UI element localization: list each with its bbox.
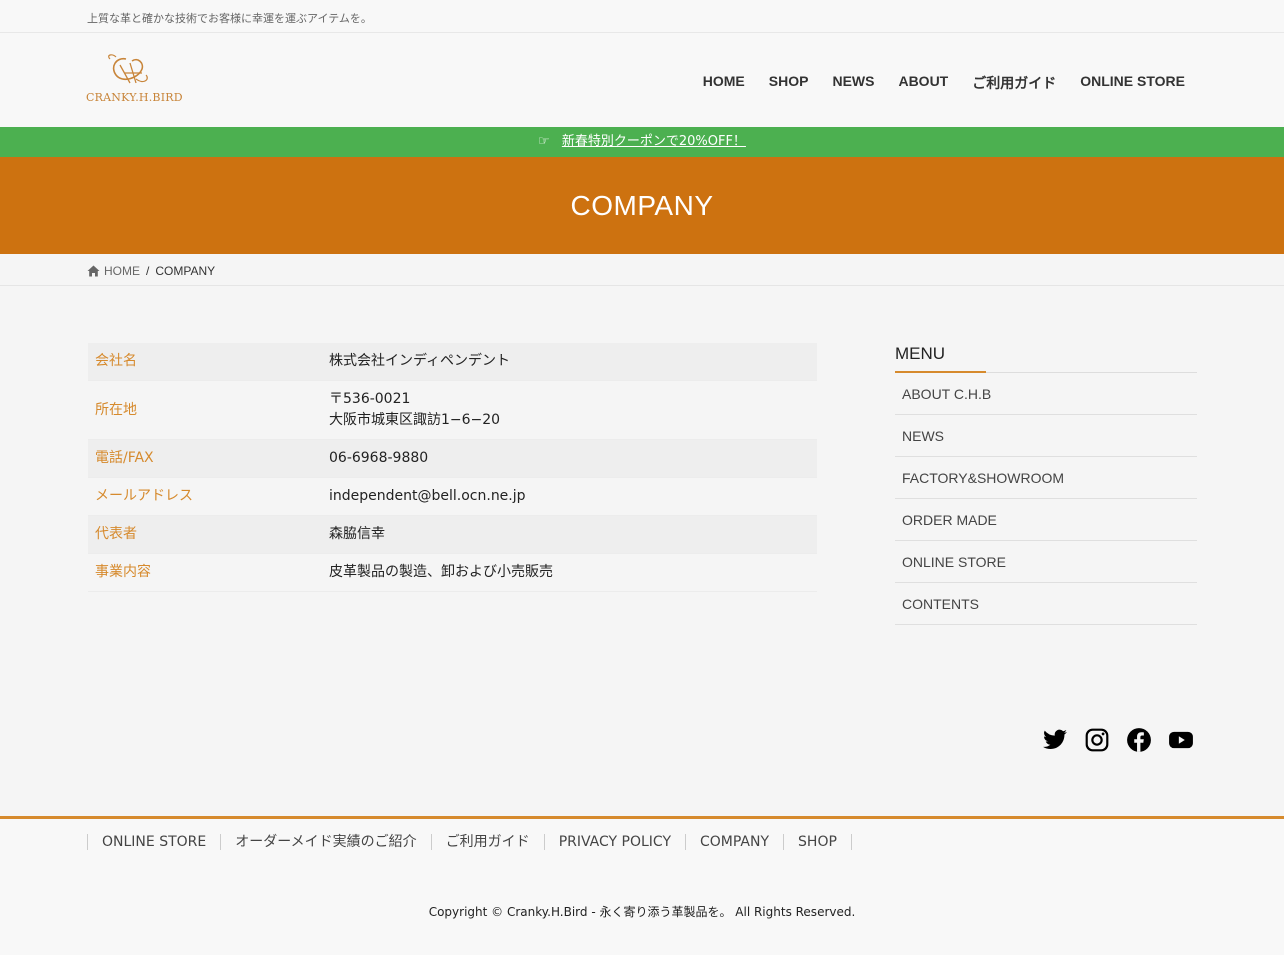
copyright: Copyright © Cranky.H.Bird - 永く寄り添う革製品を。 …	[428, 905, 856, 919]
sidebar-item-contents[interactable]: CONTENTS	[895, 583, 1197, 625]
footer-link-order-made[interactable]: オーダーメイド実績のご紹介	[220, 834, 430, 850]
site-header: CRANKY.H.BIRD HOME SHOP NEWS ABOUT ご利用ガイ…	[0, 33, 1284, 127]
top-bar: 上質な革と確かな技術でお客様に幸運を運ぶアイテムを。	[0, 0, 1284, 33]
promo-link[interactable]: 新春特別クーポンで20%OFF！	[562, 134, 746, 149]
footer-link-company[interactable]: COMPANY	[685, 834, 783, 850]
nav-shop[interactable]: SHOP	[769, 73, 809, 93]
footer-link-guide[interactable]: ご利用ガイド	[430, 834, 544, 850]
promo-banner: ☞ 新春特別クーポンで20%OFF！	[0, 127, 1284, 157]
sidebar-menu: MENU ABOUT C.H.B NEWS FACTORY&SHOWROOM O…	[895, 340, 1197, 625]
row-value: 皮革製品の製造、卸および小売販売	[322, 553, 817, 592]
address: 大阪市城東区諏訪1−6−20	[329, 412, 501, 428]
pointing-hand-icon: ☞	[538, 134, 550, 149]
company-info-table: 会社名 株式会社インディペンデント 所在地 〒536-0021 大阪市城東区諏訪…	[88, 343, 817, 592]
row-value: 株式会社インディペンデント	[322, 343, 817, 381]
row-value: 森脇信幸	[322, 515, 817, 554]
social-links	[1042, 727, 1194, 753]
row-value: 06-6968-9880	[322, 439, 817, 478]
postal-code: 〒536-0021	[329, 391, 411, 407]
sidebar-item-about[interactable]: ABOUT C.H.B	[895, 373, 1197, 415]
row-label: 会社名	[88, 343, 322, 381]
footer-nav: ONLINE STORE オーダーメイド実績のご紹介 ご利用ガイド PRIVAC…	[87, 834, 852, 850]
footer-link-privacy[interactable]: PRIVACY POLICY	[543, 834, 685, 850]
youtube-icon[interactable]	[1168, 727, 1194, 753]
sidebar-item-order-made[interactable]: ORDER MADE	[895, 499, 1197, 541]
instagram-icon[interactable]	[1084, 727, 1110, 753]
breadcrumb-current: COMPANY	[155, 264, 216, 278]
nav-online-store[interactable]: ONLINE STORE	[1080, 73, 1185, 93]
home-icon	[87, 265, 100, 277]
sidebar-item-factory[interactable]: FACTORY&SHOWROOM	[895, 457, 1197, 499]
row-label: メールアドレス	[88, 477, 322, 516]
sidebar-item-news[interactable]: NEWS	[895, 415, 1197, 457]
site-tagline: 上質な革と確かな技術でお客様に幸運を運ぶアイテムを。	[87, 12, 372, 25]
breadcrumb-separator: /	[146, 264, 150, 278]
table-row: 電話/FAX 06-6968-9880	[88, 439, 817, 478]
sidebar-title: MENU	[895, 340, 1197, 373]
site-footer: ONLINE STORE オーダーメイド実績のご紹介 ご利用ガイド PRIVAC…	[0, 816, 1284, 955]
breadcrumb: HOME / COMPANY	[0, 254, 1284, 286]
facebook-icon[interactable]	[1126, 727, 1152, 753]
site-logo[interactable]: CRANKY.H.BIRD	[86, 53, 183, 109]
sidebar-item-online-store[interactable]: ONLINE STORE	[895, 541, 1197, 583]
row-label: 電話/FAX	[88, 439, 322, 478]
table-row: メールアドレス independent@bell.ocn.ne.jp	[88, 477, 817, 516]
row-label: 所在地	[88, 380, 322, 440]
nav-home[interactable]: HOME	[703, 73, 745, 93]
row-label: 事業内容	[88, 553, 322, 592]
table-row: 所在地 〒536-0021 大阪市城東区諏訪1−6−20	[88, 380, 817, 440]
twitter-icon[interactable]	[1042, 727, 1068, 753]
page-hero: COMPANY	[0, 157, 1284, 254]
page-title: COMPANY	[570, 190, 714, 221]
nav-news[interactable]: NEWS	[832, 73, 874, 93]
row-value: 〒536-0021 大阪市城東区諏訪1−6−20	[322, 380, 817, 440]
logo-text: CRANKY.H.BIRD	[86, 91, 183, 104]
footer-link-online-store[interactable]: ONLINE STORE	[87, 834, 220, 850]
logo-mark-icon	[108, 54, 148, 84]
table-row: 事業内容 皮革製品の製造、卸および小売販売	[88, 553, 817, 592]
nav-about[interactable]: ABOUT	[898, 73, 948, 93]
main-nav: HOME SHOP NEWS ABOUT ご利用ガイド ONLINE STORE	[703, 73, 1185, 93]
row-value: independent@bell.ocn.ne.jp	[322, 477, 817, 516]
breadcrumb-home[interactable]: HOME	[87, 264, 140, 278]
breadcrumb-home-label: HOME	[104, 264, 140, 278]
footer-link-shop[interactable]: SHOP	[783, 834, 852, 850]
table-row: 会社名 株式会社インディペンデント	[88, 343, 817, 381]
nav-guide[interactable]: ご利用ガイド	[972, 73, 1056, 93]
row-label: 代表者	[88, 515, 322, 554]
table-row: 代表者 森脇信幸	[88, 515, 817, 554]
